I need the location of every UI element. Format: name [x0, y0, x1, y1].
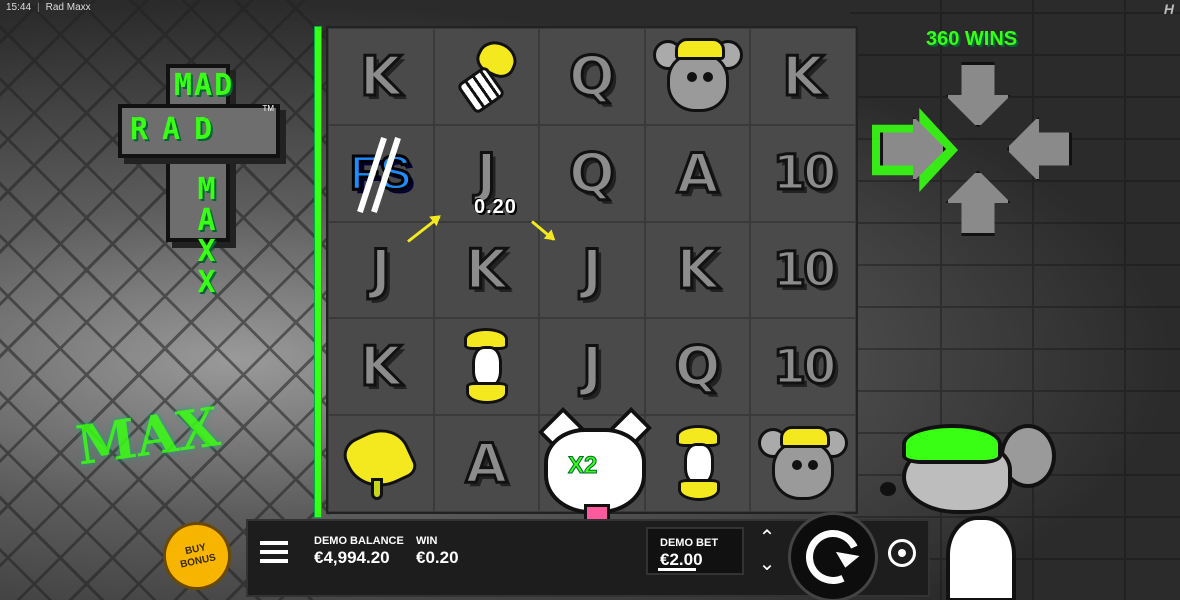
rat-icon: [758, 420, 849, 508]
symbol-q: Q: [568, 140, 617, 206]
reel-grid: K Q K FS J Q A 10 J K J K 10 K J Q 10 A …: [326, 26, 858, 534]
grid-cell: K: [644, 221, 751, 319]
grid-cell: Q: [539, 124, 645, 222]
wins-counter: 360 WINS: [926, 28, 1018, 50]
trademark: TM: [262, 104, 274, 113]
bet-box: DEMO BET €2.00: [646, 527, 744, 575]
grid-cell: A: [644, 124, 751, 222]
grid-cell: [328, 415, 434, 512]
symbol-j: J: [369, 237, 392, 303]
grid-cell: 10: [750, 221, 856, 319]
grid-cell: [433, 318, 540, 416]
grid-cell: K: [433, 221, 540, 319]
game-title: Rad Maxx: [45, 1, 91, 13]
symbol-a: A: [464, 431, 509, 497]
symbol-k: K: [464, 237, 509, 303]
symbol-10: 10: [771, 144, 838, 203]
grid-cell: J: [328, 221, 434, 319]
rad-maxx-logo: MAD RAD MAXX TM: [118, 64, 280, 296]
grid-cell: K: [328, 318, 434, 416]
rat-icon: [652, 32, 743, 120]
clock: 15:44: [6, 1, 32, 13]
logo-word-mad: MAD: [174, 68, 235, 103]
bet-increase-button[interactable]: ⌃: [759, 528, 776, 548]
provider-logo: H: [1163, 1, 1174, 17]
line-win-amount: 0.20: [474, 196, 517, 218]
grid-cell: [433, 28, 540, 125]
symbol-k: K: [358, 43, 403, 109]
buy-bonus-label: BUY BONUS: [179, 542, 217, 571]
autoplay-icon: [898, 549, 906, 557]
cat-wild-icon: X2: [537, 406, 653, 536]
wild-multiplier: X2: [567, 452, 598, 480]
symbol-10: 10: [771, 337, 838, 396]
symbol-q: Q: [673, 334, 722, 400]
balance-label: DEMO BALANCE: [314, 535, 404, 547]
win-label: WIN: [416, 535, 438, 547]
separator: |: [37, 1, 40, 13]
grid-cell: Q: [644, 318, 751, 416]
bet-value: €2.00: [660, 550, 703, 569]
spin-button[interactable]: [788, 512, 878, 600]
grid-cell: FS: [328, 124, 434, 222]
logo-word-maxx: MAXX: [189, 172, 224, 296]
bet-decrease-button[interactable]: ⌄: [759, 554, 776, 574]
pizza-icon: [337, 418, 421, 504]
symbol-j: J: [580, 334, 603, 400]
win-value: €0.20: [416, 548, 459, 567]
symbol-k: K: [781, 43, 826, 109]
reel-side-bar: [314, 26, 322, 518]
grid-cell: [644, 28, 751, 125]
autoplay-button[interactable]: [888, 539, 916, 567]
grid-cell: [644, 415, 751, 512]
symbol-j: J: [580, 237, 603, 303]
bet-stepper: ⌃ ⌄: [752, 528, 782, 574]
menu-icon[interactable]: [260, 541, 288, 563]
grid-cell: Q: [539, 28, 645, 125]
bet-level-bar: [658, 568, 696, 571]
symbol-k: K: [358, 334, 403, 400]
symbol-q: Q: [568, 43, 617, 109]
balance-value: €4,994.20: [314, 548, 390, 567]
grid-cell: K: [750, 28, 856, 125]
apple-core-icon: [458, 327, 514, 406]
symbol-10: 10: [771, 240, 838, 299]
grid-cell: K: [328, 28, 434, 125]
grid-cell: 10: [750, 124, 856, 222]
status-bar: 15:44 | Rad Maxx: [0, 0, 1180, 14]
symbol-a: A: [675, 140, 720, 206]
symbol-k: K: [675, 237, 720, 303]
fishbone-icon: [451, 35, 523, 116]
grid-cell: 10: [750, 318, 856, 416]
bet-label: DEMO BET: [660, 537, 719, 549]
logo-word-rad: RAD: [130, 112, 227, 147]
grid-cell: A: [433, 415, 540, 512]
grid-cell: J: [539, 318, 645, 416]
grid-cell: [750, 415, 856, 512]
spin-icon: [798, 522, 868, 592]
apple-core-icon: [670, 424, 726, 503]
